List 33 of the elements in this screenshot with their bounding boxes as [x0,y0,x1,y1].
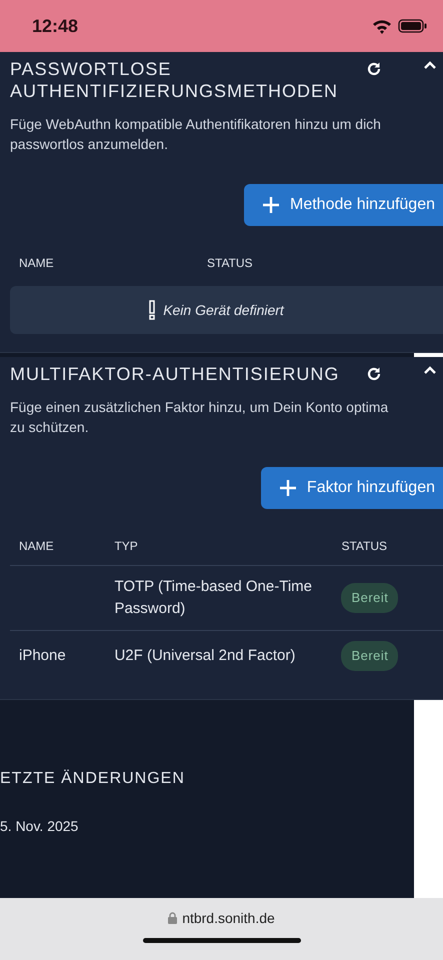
status-badge: Bereit [341,641,398,671]
column-header: STATUS [332,531,443,566]
exclamation-icon [149,300,156,320]
change-date: 5. Nov. 2025 [0,818,80,834]
plus-icon [262,196,280,214]
column-header: NAME [10,531,106,566]
add-button[interactable]: Faktor hinzufügen [260,467,443,509]
section-title: MULTIFAKTOR-AUTHENTISIERUNG [10,363,340,385]
description-text: Füge WebAuthn kompatible Authentifikatoren hinzu um dich [10,115,382,134]
status-time: 12:48 [32,16,78,36]
wifi-icon [372,18,392,34]
column-header: NAME [18,255,55,272]
description-text: passwortlos anzumelden. [10,135,169,154]
table-cell: U2F (Universal 2nd Factor) [105,630,332,681]
description-text: zu schützen. [10,418,90,437]
battery-icon [398,19,427,33]
url-text[interactable]: ntbrd.sonith.de [182,910,275,926]
refresh-icon[interactable] [365,365,383,383]
lock-icon [168,912,178,924]
description-text: Füge einen zusätzlichen Faktor hinzu, um Dein Konto optima [10,398,390,417]
table-cell: iPhone [10,630,106,681]
section-title: PASSWORTLOSE AUTHENTIFIZIERUNGSMETHODEN [10,58,340,102]
collapse-chevron-icon[interactable] [423,365,437,375]
collapse-chevron-icon[interactable] [423,60,437,70]
column-header: TYP [105,531,332,566]
refresh-icon[interactable] [365,60,383,78]
plus-icon [278,479,297,497]
table-cell: TOTP (Time-based One-Time Password) [105,566,332,630]
column-header: STATUS [206,255,254,272]
empty-message: Kein Gerät definiert [163,302,284,318]
section-title: ETZTE ÄNDERUNGEN [0,770,186,788]
add-button[interactable]: Methode hinzufügen [244,184,443,226]
status-badge: Bereit [341,583,398,613]
